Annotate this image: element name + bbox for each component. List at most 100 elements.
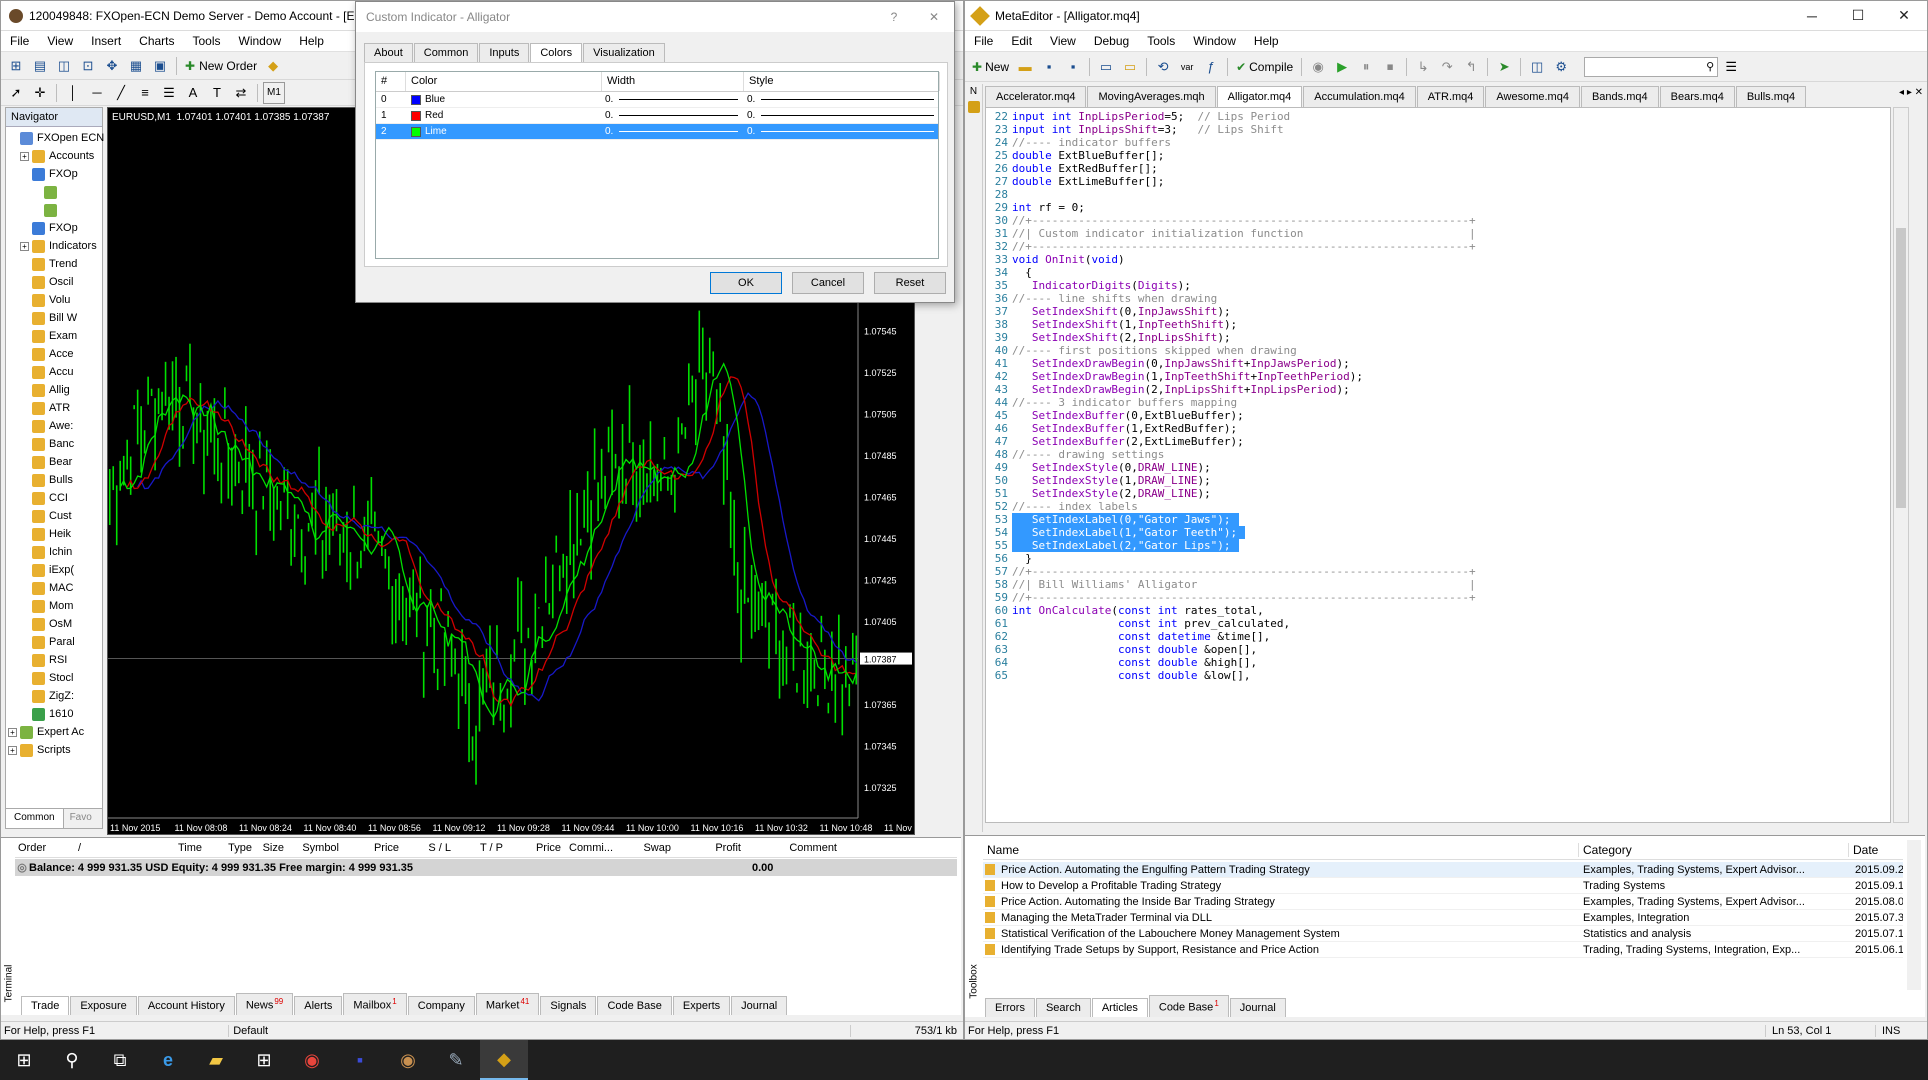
toolbox-tab-code-base[interactable]: Code Base1 [1148, 995, 1229, 1017]
code-line[interactable]: 34 { [986, 266, 1890, 279]
edge-icon[interactable]: e [144, 1040, 192, 1080]
code-line[interactable]: 50 SetIndexStyle(1,DRAW_LINE); [986, 474, 1890, 487]
navigator-item[interactable]: Accu [6, 363, 102, 381]
terminal-tab-account-history[interactable]: Account History [137, 996, 235, 1015]
insert-var-button[interactable]: var [1176, 56, 1198, 78]
color-row[interactable]: 1 Red 0. 0. [376, 108, 938, 124]
terminal-column[interactable]: S / L [402, 842, 454, 854]
style-select[interactable]: 0. [744, 94, 940, 105]
metaeditor-icon[interactable]: ◆ [480, 1040, 528, 1080]
terminal-tab-alerts[interactable]: Alerts [294, 996, 343, 1015]
fibonacci-icon[interactable]: ☰ [158, 82, 180, 104]
article-row[interactable]: Managing the MetaTrader Terminal via DLL… [983, 910, 1903, 926]
styler-icon[interactable]: ⟲ [1152, 56, 1174, 78]
floppy-app-icon[interactable]: ▪ [336, 1040, 384, 1080]
navigator-item[interactable]: Banc [6, 435, 102, 453]
navigator-toggle-icon[interactable]: ▭ [1095, 56, 1117, 78]
tester-icon[interactable]: ▣ [149, 55, 171, 77]
maximize-icon[interactable]: ☐ [1835, 7, 1881, 24]
code-line[interactable]: 37 SetIndexShift(0,InpJawsShift); [986, 305, 1890, 318]
code-line[interactable]: 65 const double &low[], [986, 669, 1890, 682]
code-line[interactable]: 28 [986, 188, 1890, 201]
text-icon[interactable]: A [182, 82, 204, 104]
terminal-icon[interactable]: ▦ [125, 55, 147, 77]
horizontal-line-icon[interactable]: ─ [86, 82, 108, 104]
chrome-icon[interactable]: ◉ [288, 1040, 336, 1080]
toolbox-tab-errors[interactable]: Errors [985, 998, 1035, 1017]
navigator-item[interactable]: + Accounts [6, 147, 102, 165]
tab-inputs[interactable]: Inputs [479, 43, 530, 62]
tabs-scroll-icons[interactable]: ◂ ▸ ✕ [1899, 87, 1923, 98]
expand-icon[interactable]: + [8, 727, 17, 737]
width-select[interactable]: 0. [602, 126, 744, 137]
navigator-item[interactable]: Bill W [6, 309, 102, 327]
code-line[interactable]: 25 double ExtBlueBuffer[]; [986, 149, 1890, 162]
toolbox-tab-articles[interactable]: Articles [1091, 998, 1148, 1017]
code-line[interactable]: 38 SetIndexShift(1,InpTeethShift); [986, 318, 1890, 331]
code-line[interactable]: 22 input int InpLipsPeriod=5; // Lips Per… [986, 110, 1890, 123]
code-line[interactable]: 35 IndicatorDigits(Digits); [986, 279, 1890, 292]
new-file-button[interactable]: ✚ New [969, 56, 1012, 78]
data-window-icon[interactable]: ⊡ [77, 55, 99, 77]
code-line[interactable]: 23 input int InpLipsShift=3; // Lips Shif… [986, 123, 1890, 136]
tab-visualization[interactable]: Visualization [583, 43, 665, 62]
article-row[interactable]: Statistical Verification of the Labouche… [983, 926, 1903, 942]
code-line[interactable]: 39 SetIndexShift(2,InpLipsShift); [986, 331, 1890, 344]
cancel-button[interactable]: Cancel [792, 272, 864, 294]
navigator-item[interactable] [6, 201, 102, 219]
menu-item-charts[interactable]: Charts [130, 34, 183, 48]
style-select[interactable]: 0. [744, 126, 940, 137]
expand-icon[interactable]: + [20, 241, 29, 251]
arrows-icon[interactable]: ⇄ [230, 82, 252, 104]
code-line[interactable]: 33 void OnInit(void) [986, 253, 1890, 266]
editor-hscroll[interactable] [985, 823, 1909, 833]
menu-item-help[interactable]: Help [1245, 34, 1288, 48]
terminal-column[interactable]: Order [15, 842, 75, 854]
color-picker[interactable]: Red [406, 110, 602, 121]
terminal-column[interactable]: / [75, 842, 95, 854]
crosshair-icon[interactable]: ✛ [29, 82, 51, 104]
code-line[interactable]: 56 } [986, 552, 1890, 565]
code-line[interactable]: 61 const int prev_calculated, [986, 617, 1890, 630]
navigator-item[interactable]: Bear [6, 453, 102, 471]
code-line[interactable]: 52 //---- index labels [986, 500, 1890, 513]
navigator-item[interactable]: Oscil [6, 273, 102, 291]
code-line[interactable]: 24 //---- indicator buffers [986, 136, 1890, 149]
code-line[interactable]: 49 SetIndexStyle(0,DRAW_LINE); [986, 461, 1890, 474]
navigator-item[interactable]: Bulls [6, 471, 102, 489]
file-tab[interactable]: MovingAverages.mqh [1087, 86, 1216, 107]
color-picker[interactable]: Lime [406, 126, 602, 137]
terminal-tab-trade[interactable]: Trade [21, 996, 70, 1015]
navigator-item[interactable]: Stocl [6, 669, 102, 687]
code-line[interactable]: 36 //---- line shifts when drawing [986, 292, 1890, 305]
file-tab[interactable]: Bulls.mq4 [1735, 86, 1807, 107]
code-line[interactable]: 57 //+-----------------------------------… [986, 565, 1890, 578]
navigator-item[interactable] [6, 183, 102, 201]
color-picker[interactable]: Blue [406, 94, 602, 105]
menu-item-file[interactable]: File [965, 34, 1002, 48]
article-row[interactable]: Price Action. Automating the Engulfing P… [983, 862, 1903, 878]
toolbox-toggle-icon[interactable]: ▭ [1119, 56, 1141, 78]
code-line[interactable]: 41 SetIndexDrawBegin(0,InpJawsShift+InpJ… [986, 357, 1890, 370]
expand-icon[interactable]: + [8, 745, 17, 755]
menu-item-window[interactable]: Window [1184, 34, 1245, 48]
new-chart-icon[interactable]: ⊞ [5, 55, 27, 77]
reset-button[interactable]: Reset [874, 272, 946, 294]
step-out-icon[interactable]: ↰ [1460, 56, 1482, 78]
code-line[interactable]: 59 //+-----------------------------------… [986, 591, 1890, 604]
close-icon[interactable]: ✕ [1881, 7, 1927, 24]
navigator-item[interactable]: OsM [6, 615, 102, 633]
save-icon[interactable]: ▪ [1038, 56, 1060, 78]
file-tab[interactable]: Accumulation.mq4 [1303, 86, 1416, 107]
terminal-column[interactable]: Type [205, 842, 255, 854]
terminal-tab-journal[interactable]: Journal [731, 996, 788, 1015]
tab-common[interactable]: Common [413, 43, 479, 62]
code-line[interactable]: 27 double ExtLimeBuffer[]; [986, 175, 1890, 188]
label-icon[interactable]: T [206, 82, 228, 104]
tab-about[interactable]: About [364, 43, 413, 62]
navigator-item[interactable]: MAC [6, 579, 102, 597]
terminal-column[interactable]: Swap [616, 842, 674, 854]
terminal-column[interactable]: Comment [744, 842, 840, 854]
stop-debug-icon[interactable]: ◉ [1307, 56, 1329, 78]
navigator-item[interactable]: Exam [6, 327, 102, 345]
